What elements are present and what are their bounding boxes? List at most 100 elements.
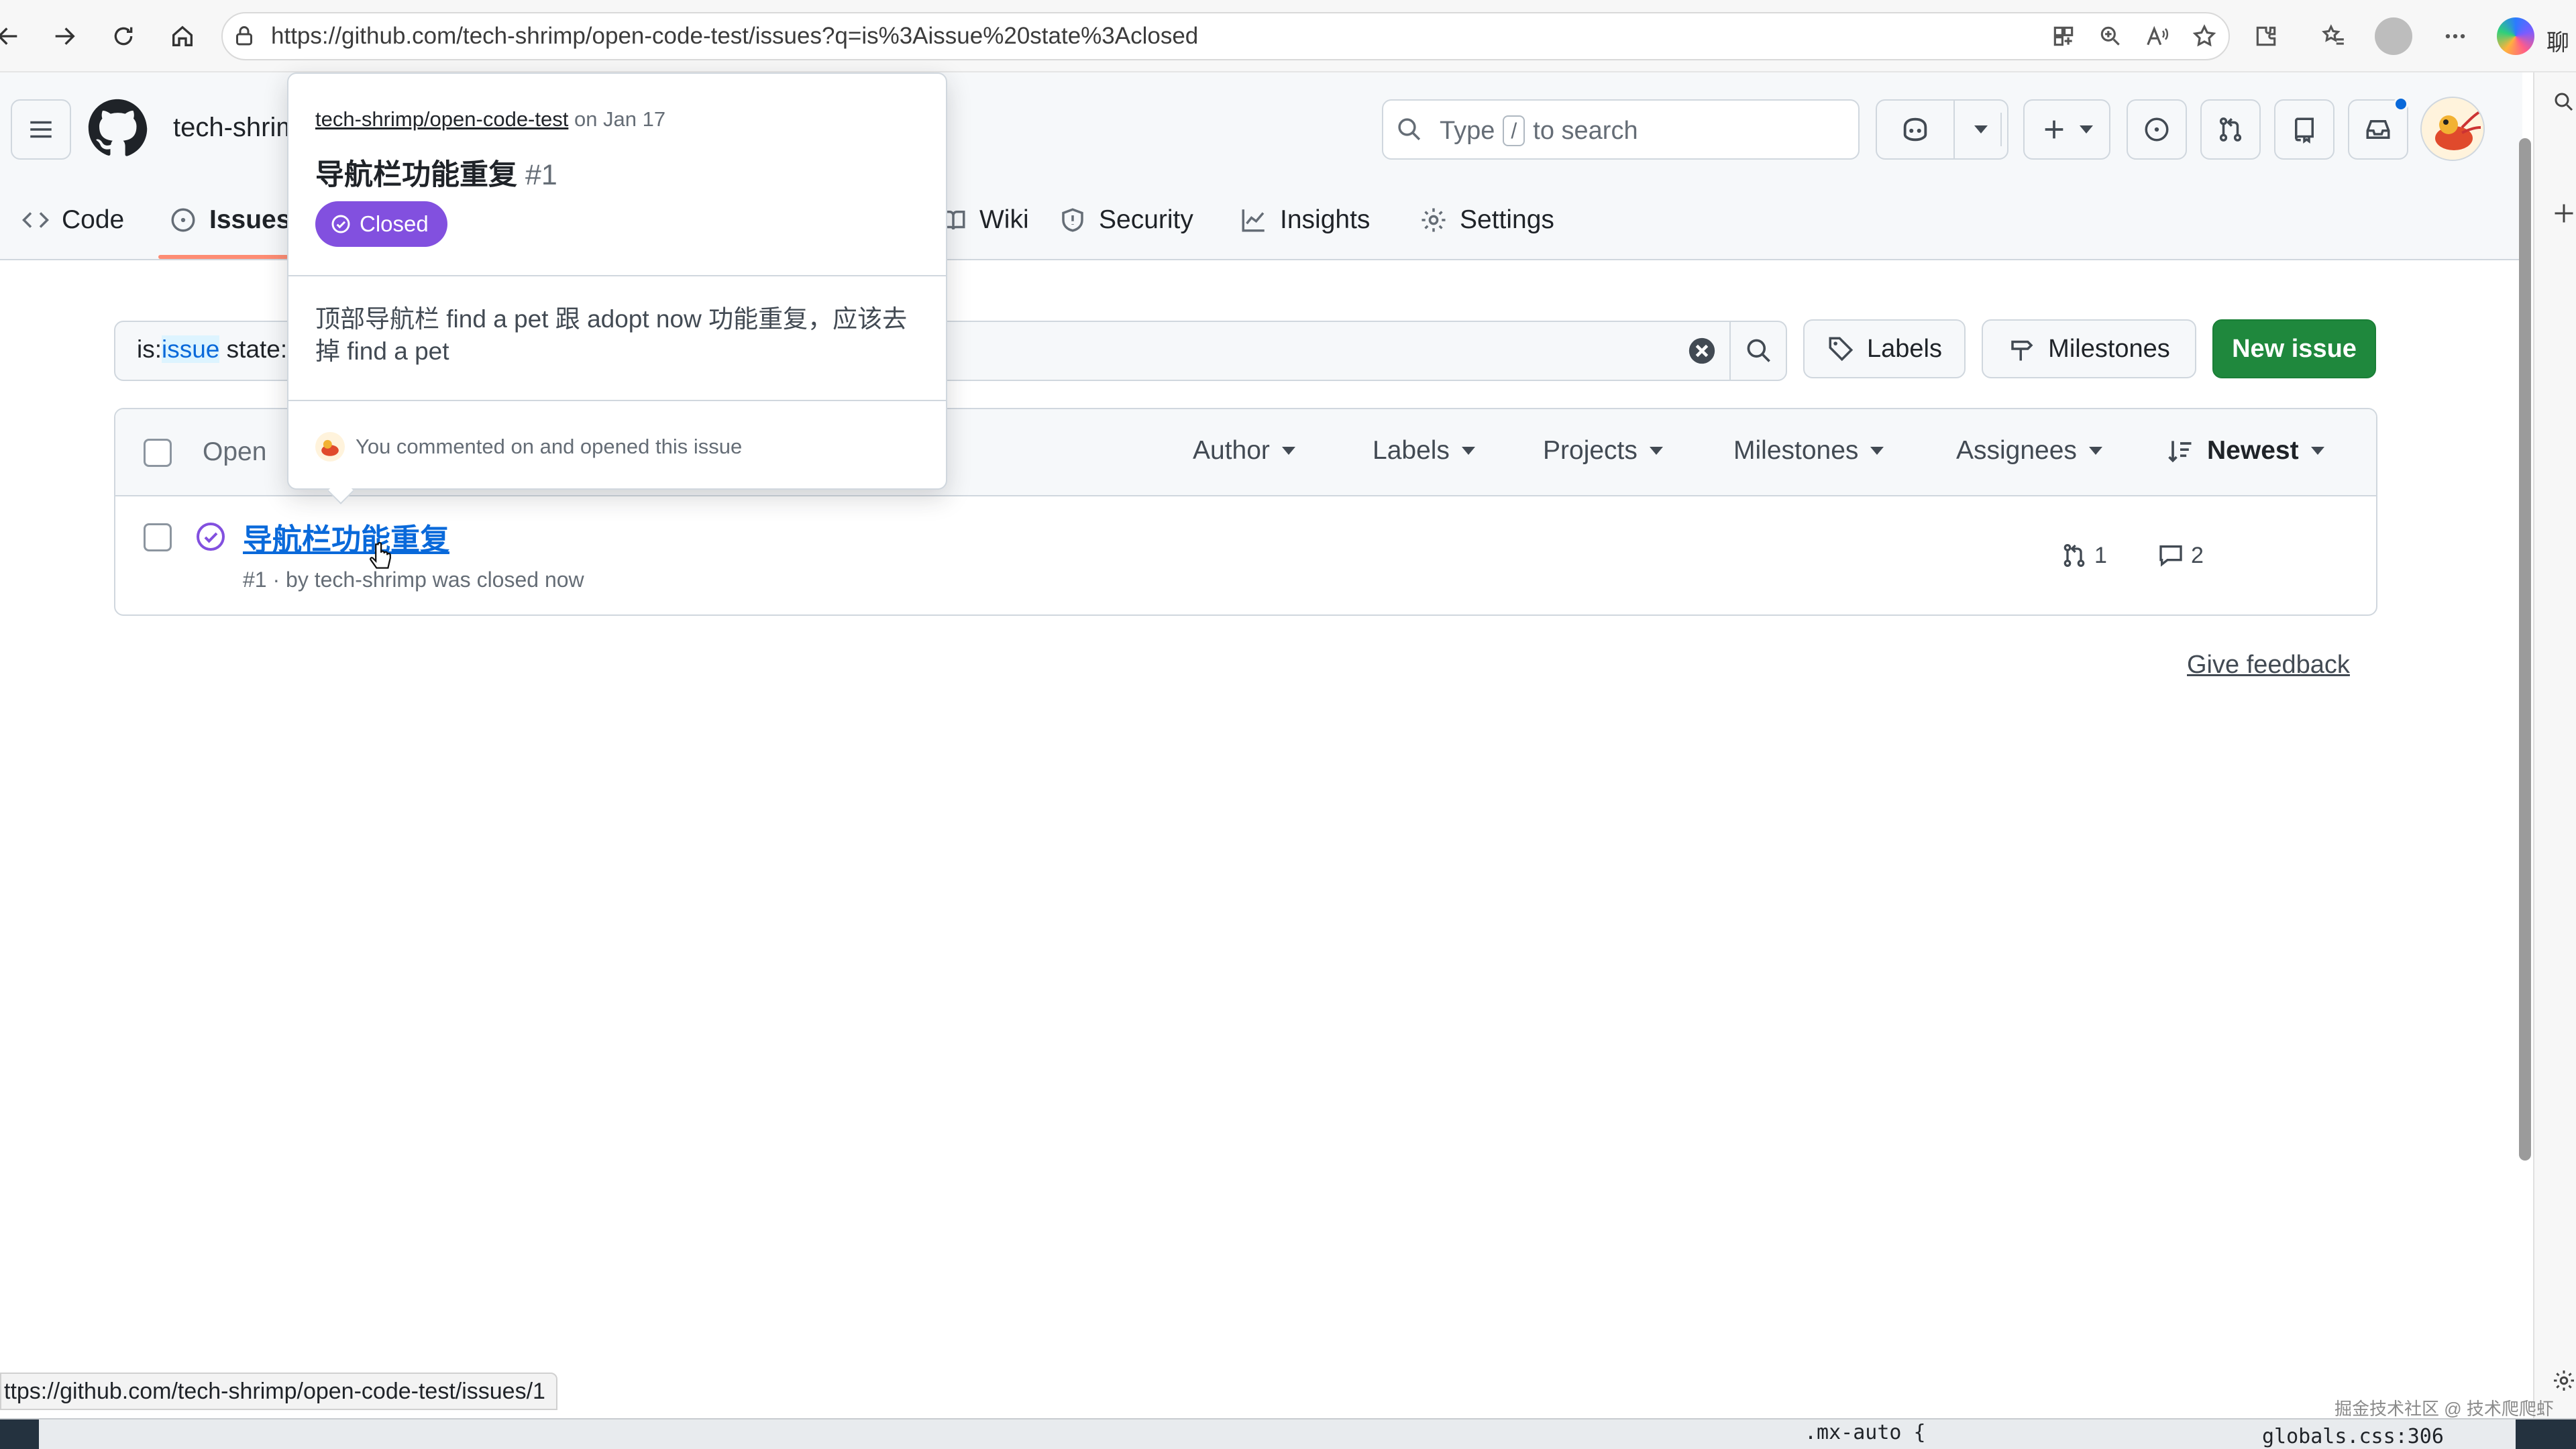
- link-preview-status: ttps://github.com/tech-shrimp/open-code-…: [0, 1373, 557, 1410]
- notification-dot: [2394, 97, 2408, 111]
- comment-icon: [2159, 545, 2182, 567]
- devtools-css-source[interactable]: globals.css:306: [2262, 1425, 2444, 1448]
- comment-count-value: 2: [2191, 542, 2204, 568]
- tab-code[interactable]: Code: [21, 201, 124, 239]
- chevron-down-icon: [1461, 447, 1475, 455]
- url-text[interactable]: https://github.com/tech-shrimp/open-code…: [271, 23, 1198, 50]
- create-new-button[interactable]: [2023, 99, 2110, 160]
- tab-insights[interactable]: Insights: [1240, 201, 1370, 239]
- github-logo-icon[interactable]: [87, 98, 148, 158]
- read-aloud-icon[interactable]: [2137, 16, 2178, 56]
- home-button[interactable]: [161, 15, 204, 58]
- labels-filter[interactable]: Labels: [1373, 436, 1475, 466]
- app-available-icon[interactable]: [2043, 16, 2084, 56]
- sidebar-chat-label[interactable]: 聊: [2546, 24, 2569, 57]
- plus-icon: [2045, 120, 2063, 139]
- tag-icon: [1829, 337, 1854, 362]
- scrollbar-thumb[interactable]: [2519, 138, 2531, 1161]
- sort-dropdown[interactable]: Newest: [2165, 436, 2324, 466]
- active-tab-indicator: [158, 255, 288, 259]
- chevron-down-icon: [1281, 447, 1295, 455]
- filter-query-highlight: issue: [162, 335, 220, 363]
- chevron-down-icon: [2080, 125, 2093, 133]
- zoom-icon[interactable]: [2090, 16, 2131, 56]
- issue-closed-icon: [195, 521, 227, 553]
- filter-search-button[interactable]: [1729, 321, 1787, 381]
- tab-issues[interactable]: Issues: [169, 201, 290, 239]
- tab-wiki[interactable]: Wiki: [939, 201, 1029, 239]
- your-pull-requests-button[interactable]: [2200, 99, 2261, 160]
- tab-settings-label: Settings: [1460, 205, 1554, 234]
- hovercard-body: 顶部导航栏 find a pet 跟 adopt now 功能重复，应该去掉 f…: [315, 305, 908, 365]
- comment-count[interactable]: 2: [2157, 542, 2204, 569]
- devtools-css-selector[interactable]: .mx-auto {: [1805, 1421, 1926, 1444]
- hovercard-repo-link[interactable]: tech-shrimp/open-code-test: [315, 107, 568, 131]
- menu-button[interactable]: [11, 99, 71, 160]
- repositories-button[interactable]: [2274, 99, 2334, 160]
- tab-insights-label: Insights: [1280, 205, 1371, 234]
- sidebar-add-icon[interactable]: [2552, 201, 2576, 225]
- milestones-filter[interactable]: Milestones: [1733, 436, 1884, 466]
- pull-request-icon: [2063, 543, 2085, 567]
- refresh-icon: [114, 27, 133, 46]
- hovercard-title[interactable]: 导航栏功能重复 #1: [315, 152, 557, 193]
- chevron-down-icon: [2088, 447, 2102, 455]
- projects-filter-label: Projects: [1543, 436, 1638, 465]
- tab-wiki-label: Wiki: [979, 205, 1029, 234]
- labels-filter-label: Labels: [1373, 436, 1450, 465]
- give-feedback-link[interactable]: Give feedback: [2187, 651, 2350, 680]
- favorites-list-icon[interactable]: [2313, 16, 2353, 56]
- clear-filter-icon[interactable]: [1686, 335, 1717, 366]
- labels-button-label: Labels: [1867, 334, 1942, 363]
- issue-title-link[interactable]: 导航栏功能重复: [243, 515, 449, 558]
- devtools-dark-block: [2516, 1419, 2576, 1449]
- refresh-button[interactable]: [102, 15, 145, 58]
- browser-sidebar: [2533, 72, 2576, 1418]
- linked-pr-count[interactable]: 1: [2061, 542, 2107, 569]
- assignees-filter[interactable]: Assignees: [1956, 436, 2102, 466]
- hovercard-divider: [288, 275, 946, 276]
- tab-security-label: Security: [1099, 205, 1193, 234]
- user-avatar[interactable]: [2420, 97, 2485, 161]
- filter-query-rest: state:: [219, 335, 288, 363]
- issue-row-checkbox[interactable]: [144, 523, 172, 551]
- sidebar-settings-icon[interactable]: [2552, 1368, 2576, 1393]
- labels-button[interactable]: Labels: [1803, 319, 1966, 378]
- tab-issues-label: Issues: [209, 205, 291, 234]
- status-badge: Closed: [315, 201, 447, 247]
- copilot-button[interactable]: [1876, 99, 1955, 160]
- issue-meta: #1 · by tech-shrimp was closed now: [243, 568, 584, 592]
- sidebar-search-icon[interactable]: [2552, 90, 2576, 114]
- tab-security[interactable]: Security: [1059, 201, 1193, 239]
- tab-settings[interactable]: Settings: [1419, 201, 1554, 239]
- browser-profile-avatar[interactable]: [2375, 17, 2412, 55]
- select-all-checkbox[interactable]: [144, 439, 172, 467]
- hovercard-footer: You commented on and opened this issue: [315, 432, 742, 462]
- open-issues-toggle[interactable]: Open: [203, 437, 266, 467]
- search-icon: [1747, 339, 1770, 362]
- back-button[interactable]: [0, 15, 30, 58]
- shrimp-avatar-icon: [2422, 98, 2483, 160]
- header-divider: [2000, 113, 2002, 146]
- lock-icon[interactable]: [232, 24, 256, 48]
- forward-button[interactable]: [43, 15, 86, 58]
- your-issues-button[interactable]: [2127, 99, 2187, 160]
- new-issue-button[interactable]: New issue: [2212, 319, 2376, 378]
- hovercard-repo-line: tech-shrimp/open-code-test on Jan 17: [315, 107, 665, 131]
- repo-owner-link[interactable]: tech-shrim: [173, 113, 299, 143]
- hovercard-title-text: 导航栏功能重复: [315, 159, 517, 191]
- copilot-logo-icon[interactable]: [2497, 17, 2534, 55]
- watermark-text: 掘金技术社区 @ 技术爬爬虾: [2334, 1399, 2554, 1419]
- milestones-button[interactable]: Milestones: [1982, 319, 2196, 378]
- extensions-icon[interactable]: [2246, 16, 2286, 56]
- issue-filter-query[interactable]: is:issue state:: [137, 335, 287, 364]
- sort-dropdown-label: Newest: [2207, 436, 2299, 465]
- projects-filter[interactable]: Projects: [1543, 436, 1663, 466]
- linked-pr-count-value: 1: [2094, 542, 2107, 568]
- milestone-icon: [2011, 340, 2033, 361]
- favorite-star-icon[interactable]: [2184, 16, 2224, 56]
- more-options-icon[interactable]: [2435, 16, 2475, 56]
- chevron-down-icon: [1870, 447, 1884, 455]
- issue-hovercard: [287, 72, 947, 490]
- author-filter[interactable]: Author: [1193, 436, 1295, 466]
